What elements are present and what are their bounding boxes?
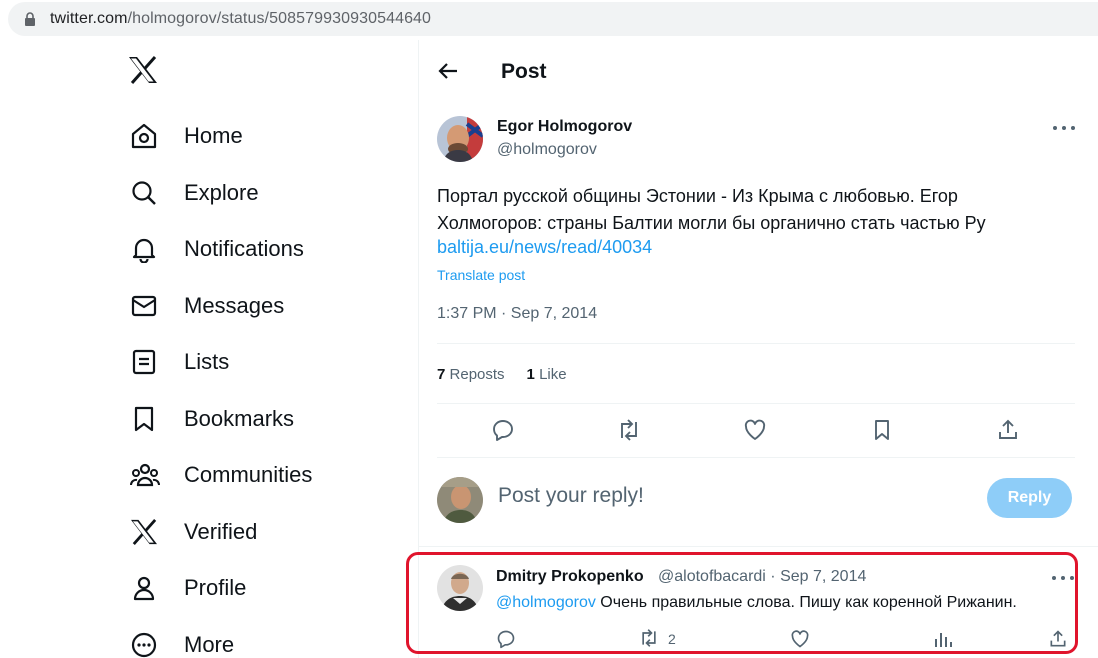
sidebar-item-communities[interactable]: Communities bbox=[120, 451, 312, 499]
sidebar-item-verified[interactable]: Verified bbox=[120, 508, 257, 556]
bell-icon bbox=[120, 233, 172, 265]
reply-share-icon[interactable] bbox=[1048, 628, 1068, 650]
sidebar-item-label: Notifications bbox=[184, 236, 304, 261]
sidebar-item-label: Profile bbox=[184, 575, 247, 600]
people-icon bbox=[120, 459, 172, 491]
tweet-stats: 7 Reposts 1 Like bbox=[437, 366, 567, 383]
repost-icon[interactable] bbox=[615, 416, 643, 444]
reply-actions: 2 bbox=[496, 628, 1076, 650]
sidebar-item-home[interactable]: Home bbox=[120, 112, 243, 160]
bookmark-icon[interactable] bbox=[868, 416, 896, 444]
reply-like-icon[interactable] bbox=[790, 628, 810, 650]
sidebar-item-label: Verified bbox=[184, 519, 258, 544]
reply-input[interactable]: Post your reply! bbox=[498, 484, 644, 508]
envelope-icon bbox=[120, 290, 172, 322]
more-options-icon[interactable] bbox=[1053, 119, 1075, 137]
likes-stat[interactable]: 1 Like bbox=[527, 366, 567, 383]
sidebar-item-profile[interactable]: Profile bbox=[120, 564, 246, 612]
repost-count: 2 bbox=[668, 631, 676, 647]
url-text: twitter.com/holmogorov/status/5085799309… bbox=[50, 10, 432, 27]
divider bbox=[437, 403, 1075, 404]
list-icon bbox=[120, 346, 172, 378]
sidebar-item-label: Lists bbox=[184, 349, 230, 374]
bookmark-icon bbox=[120, 403, 172, 435]
divider bbox=[437, 343, 1075, 344]
translate-post-link[interactable]: Translate post bbox=[437, 267, 525, 283]
tweet-text: Портал русской общины Эстонии - Из Крыма… bbox=[437, 186, 986, 233]
sidebar-item-label: Explore bbox=[184, 180, 259, 205]
sidebar-item-more[interactable]: More bbox=[120, 621, 234, 658]
tweet-link[interactable]: baltija.eu/news/read/40034 bbox=[437, 237, 652, 258]
divider bbox=[437, 457, 1075, 458]
sidebar-item-label: Messages bbox=[184, 293, 285, 318]
tweet-timestamp[interactable]: 1:37 PM · Sep 7, 2014 bbox=[437, 305, 597, 323]
sidebar-item-label: More bbox=[184, 632, 235, 657]
reply-mention-link[interactable]: @holmogorov bbox=[496, 594, 596, 611]
sidebar-item-messages[interactable]: Messages bbox=[120, 282, 284, 330]
share-icon[interactable] bbox=[994, 416, 1022, 444]
tweet-actions bbox=[489, 416, 1069, 444]
reply-reply-icon[interactable] bbox=[496, 628, 516, 650]
address-field[interactable]: twitter.com/holmogorov/status/5085799309… bbox=[8, 2, 1098, 36]
sidebar-item-label: Communities bbox=[184, 462, 313, 487]
sidebar-item-label: Bookmarks bbox=[184, 406, 295, 431]
person-icon bbox=[120, 572, 172, 604]
more-circle-icon bbox=[120, 629, 172, 658]
reply-meta[interactable]: @alotofbacardi · Sep 7, 2014 bbox=[658, 568, 866, 586]
repost-icon bbox=[638, 628, 660, 651]
x-logo-icon bbox=[120, 516, 172, 548]
sidebar-item-lists[interactable]: Lists bbox=[120, 338, 229, 386]
sidebar-item-notifications[interactable]: Notifications bbox=[120, 225, 304, 273]
browser-url-bar: twitter.com/holmogorov/status/5085799309… bbox=[0, 0, 1098, 38]
search-icon bbox=[120, 177, 172, 209]
sidebar-item-explore[interactable]: Explore bbox=[120, 169, 259, 217]
reply-icon[interactable] bbox=[489, 416, 517, 444]
avatar[interactable] bbox=[437, 116, 483, 162]
author-name[interactable]: Egor Holmogorov bbox=[497, 118, 632, 136]
reply-repost-button[interactable]: 2 bbox=[638, 628, 676, 650]
sidebar-item-bookmarks[interactable]: Bookmarks bbox=[120, 395, 294, 443]
page-title: Post bbox=[501, 60, 547, 83]
reply-views-icon[interactable] bbox=[933, 628, 953, 650]
back-arrow-icon[interactable] bbox=[437, 60, 461, 84]
user-avatar[interactable] bbox=[437, 477, 483, 523]
home-icon bbox=[120, 120, 172, 152]
reply-avatar[interactable] bbox=[437, 565, 483, 611]
sidebar-item-label: Home bbox=[184, 123, 243, 148]
lock-icon[interactable] bbox=[20, 9, 40, 29]
reply-author-name[interactable]: Dmitry Prokopenko bbox=[496, 568, 644, 586]
like-icon[interactable] bbox=[741, 416, 769, 444]
reply-button[interactable]: Reply bbox=[987, 478, 1072, 518]
x-logo-icon[interactable] bbox=[128, 56, 164, 92]
reposts-stat[interactable]: 7 Reposts bbox=[437, 366, 505, 383]
divider bbox=[419, 546, 1098, 547]
reply-text: @holmogorov Очень правильные слова. Пишу… bbox=[496, 594, 1017, 611]
author-handle[interactable]: @holmogorov bbox=[497, 141, 597, 159]
reply-more-options-icon[interactable] bbox=[1052, 569, 1074, 587]
